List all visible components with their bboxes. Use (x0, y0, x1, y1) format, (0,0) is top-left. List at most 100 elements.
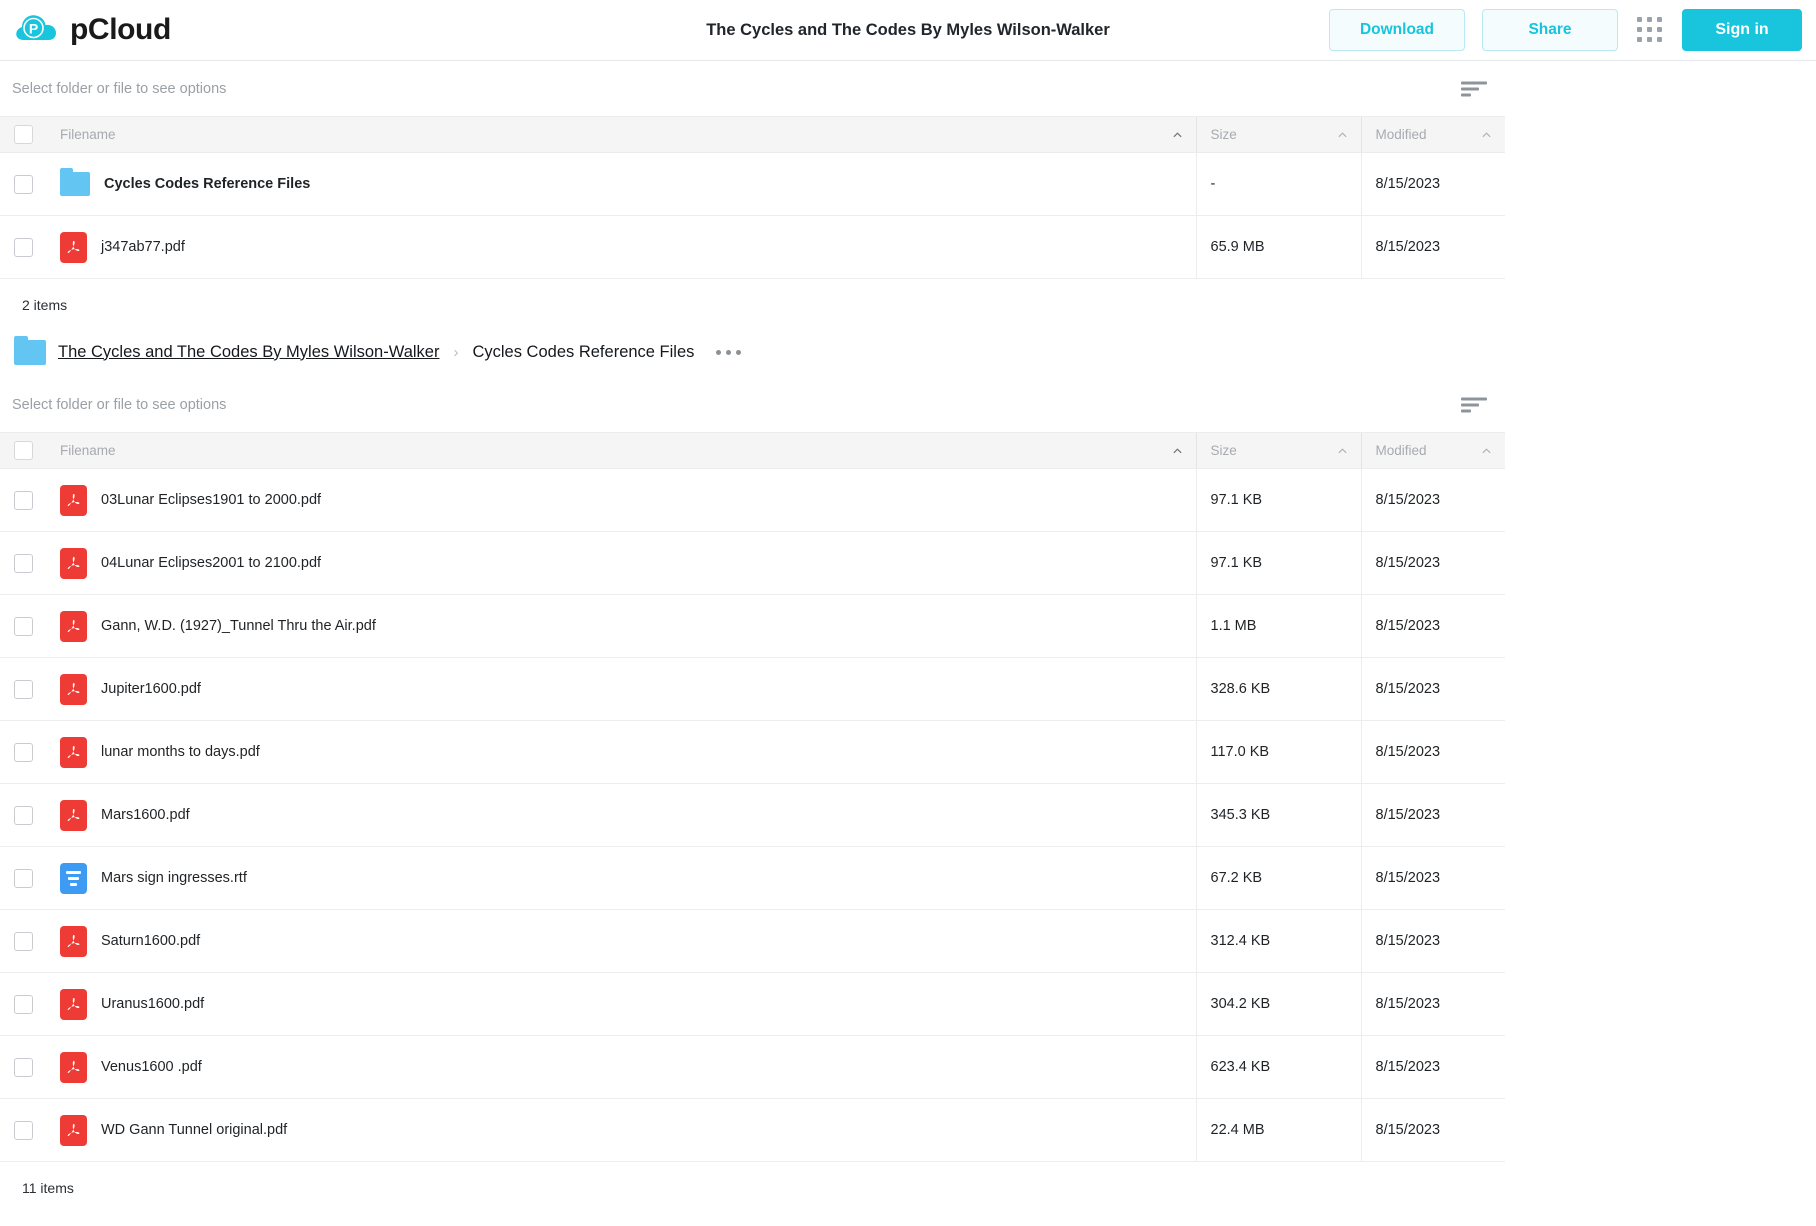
row-modified-cell: 8/15/2023 (1360, 657, 1505, 721)
table-row[interactable]: j347ab77.pdf 65.9 MB 8/15/2023 (0, 215, 1505, 279)
row-checkbox[interactable] (14, 931, 33, 951)
column-header-modified[interactable]: Modified (1360, 116, 1505, 153)
row-checkbox[interactable] (14, 679, 33, 699)
file-name: j347ab77.pdf (101, 239, 185, 255)
row-size-cell: 312.4 KB (1195, 909, 1361, 973)
row-select-cell (0, 215, 46, 279)
table-row[interactable]: Saturn1600.pdf 312.4 KB 8/15/2023 (0, 909, 1505, 973)
column-header-size[interactable]: Size (1195, 116, 1361, 153)
pdf-file-icon (60, 1114, 87, 1146)
row-size-cell: 328.6 KB (1195, 657, 1361, 721)
row-modified-cell: 8/15/2023 (1360, 846, 1505, 910)
toolbar-hint: Select folder or file to see options (12, 80, 227, 97)
file-name: Uranus1600.pdf (101, 996, 205, 1012)
column-header-filename[interactable]: Filename (46, 432, 1196, 469)
row-checkbox[interactable] (14, 237, 33, 257)
row-size-cell: 67.2 KB (1195, 846, 1361, 910)
row-modified-cell: 8/15/2023 (1360, 531, 1505, 595)
sort-lines-icon[interactable] (1461, 397, 1487, 412)
pdf-file-icon (60, 673, 87, 705)
table-row[interactable]: Uranus1600.pdf 304.2 KB 8/15/2023 (0, 972, 1505, 1036)
row-size-cell: 345.3 KB (1195, 783, 1361, 847)
pdf-file-icon (60, 1051, 87, 1083)
row-name-cell[interactable]: 03Lunar Eclipses1901 to 2000.pdf (46, 468, 1196, 532)
select-all-checkbox[interactable] (14, 125, 33, 144)
row-name-cell[interactable]: Venus1600 .pdf (46, 1035, 1196, 1099)
folder-icon (60, 168, 90, 196)
apps-grid-icon[interactable] (1635, 15, 1665, 45)
table-row[interactable]: Cycles Codes Reference Files - 8/15/2023 (0, 152, 1505, 216)
row-checkbox[interactable] (14, 742, 33, 762)
chevron-up-icon (1337, 445, 1348, 456)
table-row[interactable]: WD Gann Tunnel original.pdf 22.4 MB 8/15/2… (0, 1098, 1505, 1162)
toolbar-hint: Select folder or file to see options (12, 396, 227, 413)
breadcrumb-current: Cycles Codes Reference Files (472, 342, 695, 361)
pdf-file-icon (60, 988, 87, 1020)
row-checkbox[interactable] (14, 174, 33, 194)
row-name-cell[interactable]: Cycles Codes Reference Files (46, 152, 1196, 216)
table-row[interactable]: Mars1600.pdf 345.3 KB 8/15/2023 (0, 783, 1505, 847)
row-checkbox[interactable] (14, 1120, 33, 1140)
row-name-cell[interactable]: j347ab77.pdf (46, 215, 1196, 279)
download-button[interactable]: Download (1329, 9, 1465, 51)
row-select-cell (0, 468, 46, 532)
table-row[interactable]: Gann, W.D. (1927)_Tunnel Thru the Air.pd… (0, 594, 1505, 658)
row-checkbox[interactable] (14, 553, 33, 573)
row-name-cell[interactable]: 04Lunar Eclipses2001 to 2100.pdf (46, 531, 1196, 595)
row-name-cell[interactable]: Saturn1600.pdf (46, 909, 1196, 973)
row-name-cell[interactable]: Jupiter1600.pdf (46, 657, 1196, 721)
chevron-up-icon (1172, 129, 1183, 140)
brand-name: pCloud (70, 13, 171, 46)
sort-lines-icon[interactable] (1461, 81, 1487, 96)
row-checkbox[interactable] (14, 805, 33, 825)
row-select-cell (0, 1098, 46, 1162)
row-size-cell: 22.4 MB (1195, 1098, 1361, 1162)
pdf-file-icon (60, 925, 87, 957)
column-header-modified[interactable]: Modified (1360, 432, 1505, 469)
table-row[interactable]: 04Lunar Eclipses2001 to 2100.pdf 97.1 KB 8… (0, 531, 1505, 595)
column-header-size[interactable]: Size (1195, 432, 1361, 469)
row-modified-cell: 8/15/2023 (1360, 972, 1505, 1036)
column-label-modified: Modified (1375, 127, 1427, 142)
row-checkbox[interactable] (14, 616, 33, 636)
row-name-cell[interactable]: Mars1600.pdf (46, 783, 1196, 847)
column-header-filename[interactable]: Filename (46, 116, 1196, 153)
pdf-file-icon (60, 484, 87, 516)
row-select-cell (0, 657, 46, 721)
row-checkbox[interactable] (14, 868, 33, 888)
breadcrumb-root-link[interactable]: The Cycles and The Codes By Myles Wilson… (58, 343, 439, 362)
row-name-cell[interactable]: lunar months to days.pdf (46, 720, 1196, 784)
file-name: Mars sign ingresses.rtf (101, 870, 247, 886)
row-checkbox[interactable] (14, 490, 33, 510)
row-name-cell[interactable]: Mars sign ingresses.rtf (46, 846, 1196, 910)
more-options-icon[interactable] (716, 349, 742, 355)
pdf-file-icon (60, 610, 87, 642)
file-table-root: Filename Size Modified Cycles Codes Refe… (0, 116, 1505, 279)
row-size-cell: 1.1 MB (1195, 594, 1361, 658)
share-button[interactable]: Share (1482, 9, 1618, 51)
file-name: Saturn1600.pdf (101, 933, 201, 949)
row-name-cell[interactable]: Gann, W.D. (1927)_Tunnel Thru the Air.pd… (46, 594, 1196, 658)
items-count-root: 2 items (22, 297, 68, 313)
column-label-modified: Modified (1375, 443, 1427, 458)
table-row[interactable]: 03Lunar Eclipses1901 to 2000.pdf 97.1 KB 8… (0, 468, 1505, 532)
sign-in-button[interactable]: Sign in (1682, 9, 1802, 51)
select-all-header (0, 432, 46, 469)
select-all-checkbox[interactable] (14, 441, 33, 460)
pdf-file-icon (60, 547, 87, 579)
row-checkbox[interactable] (14, 1057, 33, 1077)
row-select-cell (0, 909, 46, 973)
row-name-cell[interactable]: WD Gann Tunnel original.pdf (46, 1098, 1196, 1162)
table-row[interactable]: lunar months to days.pdf 117.0 KB 8/15/202… (0, 720, 1505, 784)
row-checkbox[interactable] (14, 994, 33, 1014)
table-row[interactable]: Jupiter1600.pdf 328.6 KB 8/15/2023 (0, 657, 1505, 721)
items-count-subfolder: 11 items (22, 1180, 74, 1196)
table-row[interactable]: Venus1600 .pdf 623.4 KB 8/15/2023 (0, 1035, 1505, 1099)
pcloud-public-folder-page: P pCloud The Cycles and The Codes By Myl… (0, 0, 1816, 1212)
table-row[interactable]: Mars sign ingresses.rtf 67.2 KB 8/15/2023 (0, 846, 1505, 910)
breadcrumb: The Cycles and The Codes By Myles Wilson… (0, 329, 1816, 377)
folder-icon (14, 335, 46, 365)
brand[interactable]: P pCloud (14, 10, 171, 50)
row-name-cell[interactable]: Uranus1600.pdf (46, 972, 1196, 1036)
file-name: 04Lunar Eclipses2001 to 2100.pdf (101, 555, 322, 571)
